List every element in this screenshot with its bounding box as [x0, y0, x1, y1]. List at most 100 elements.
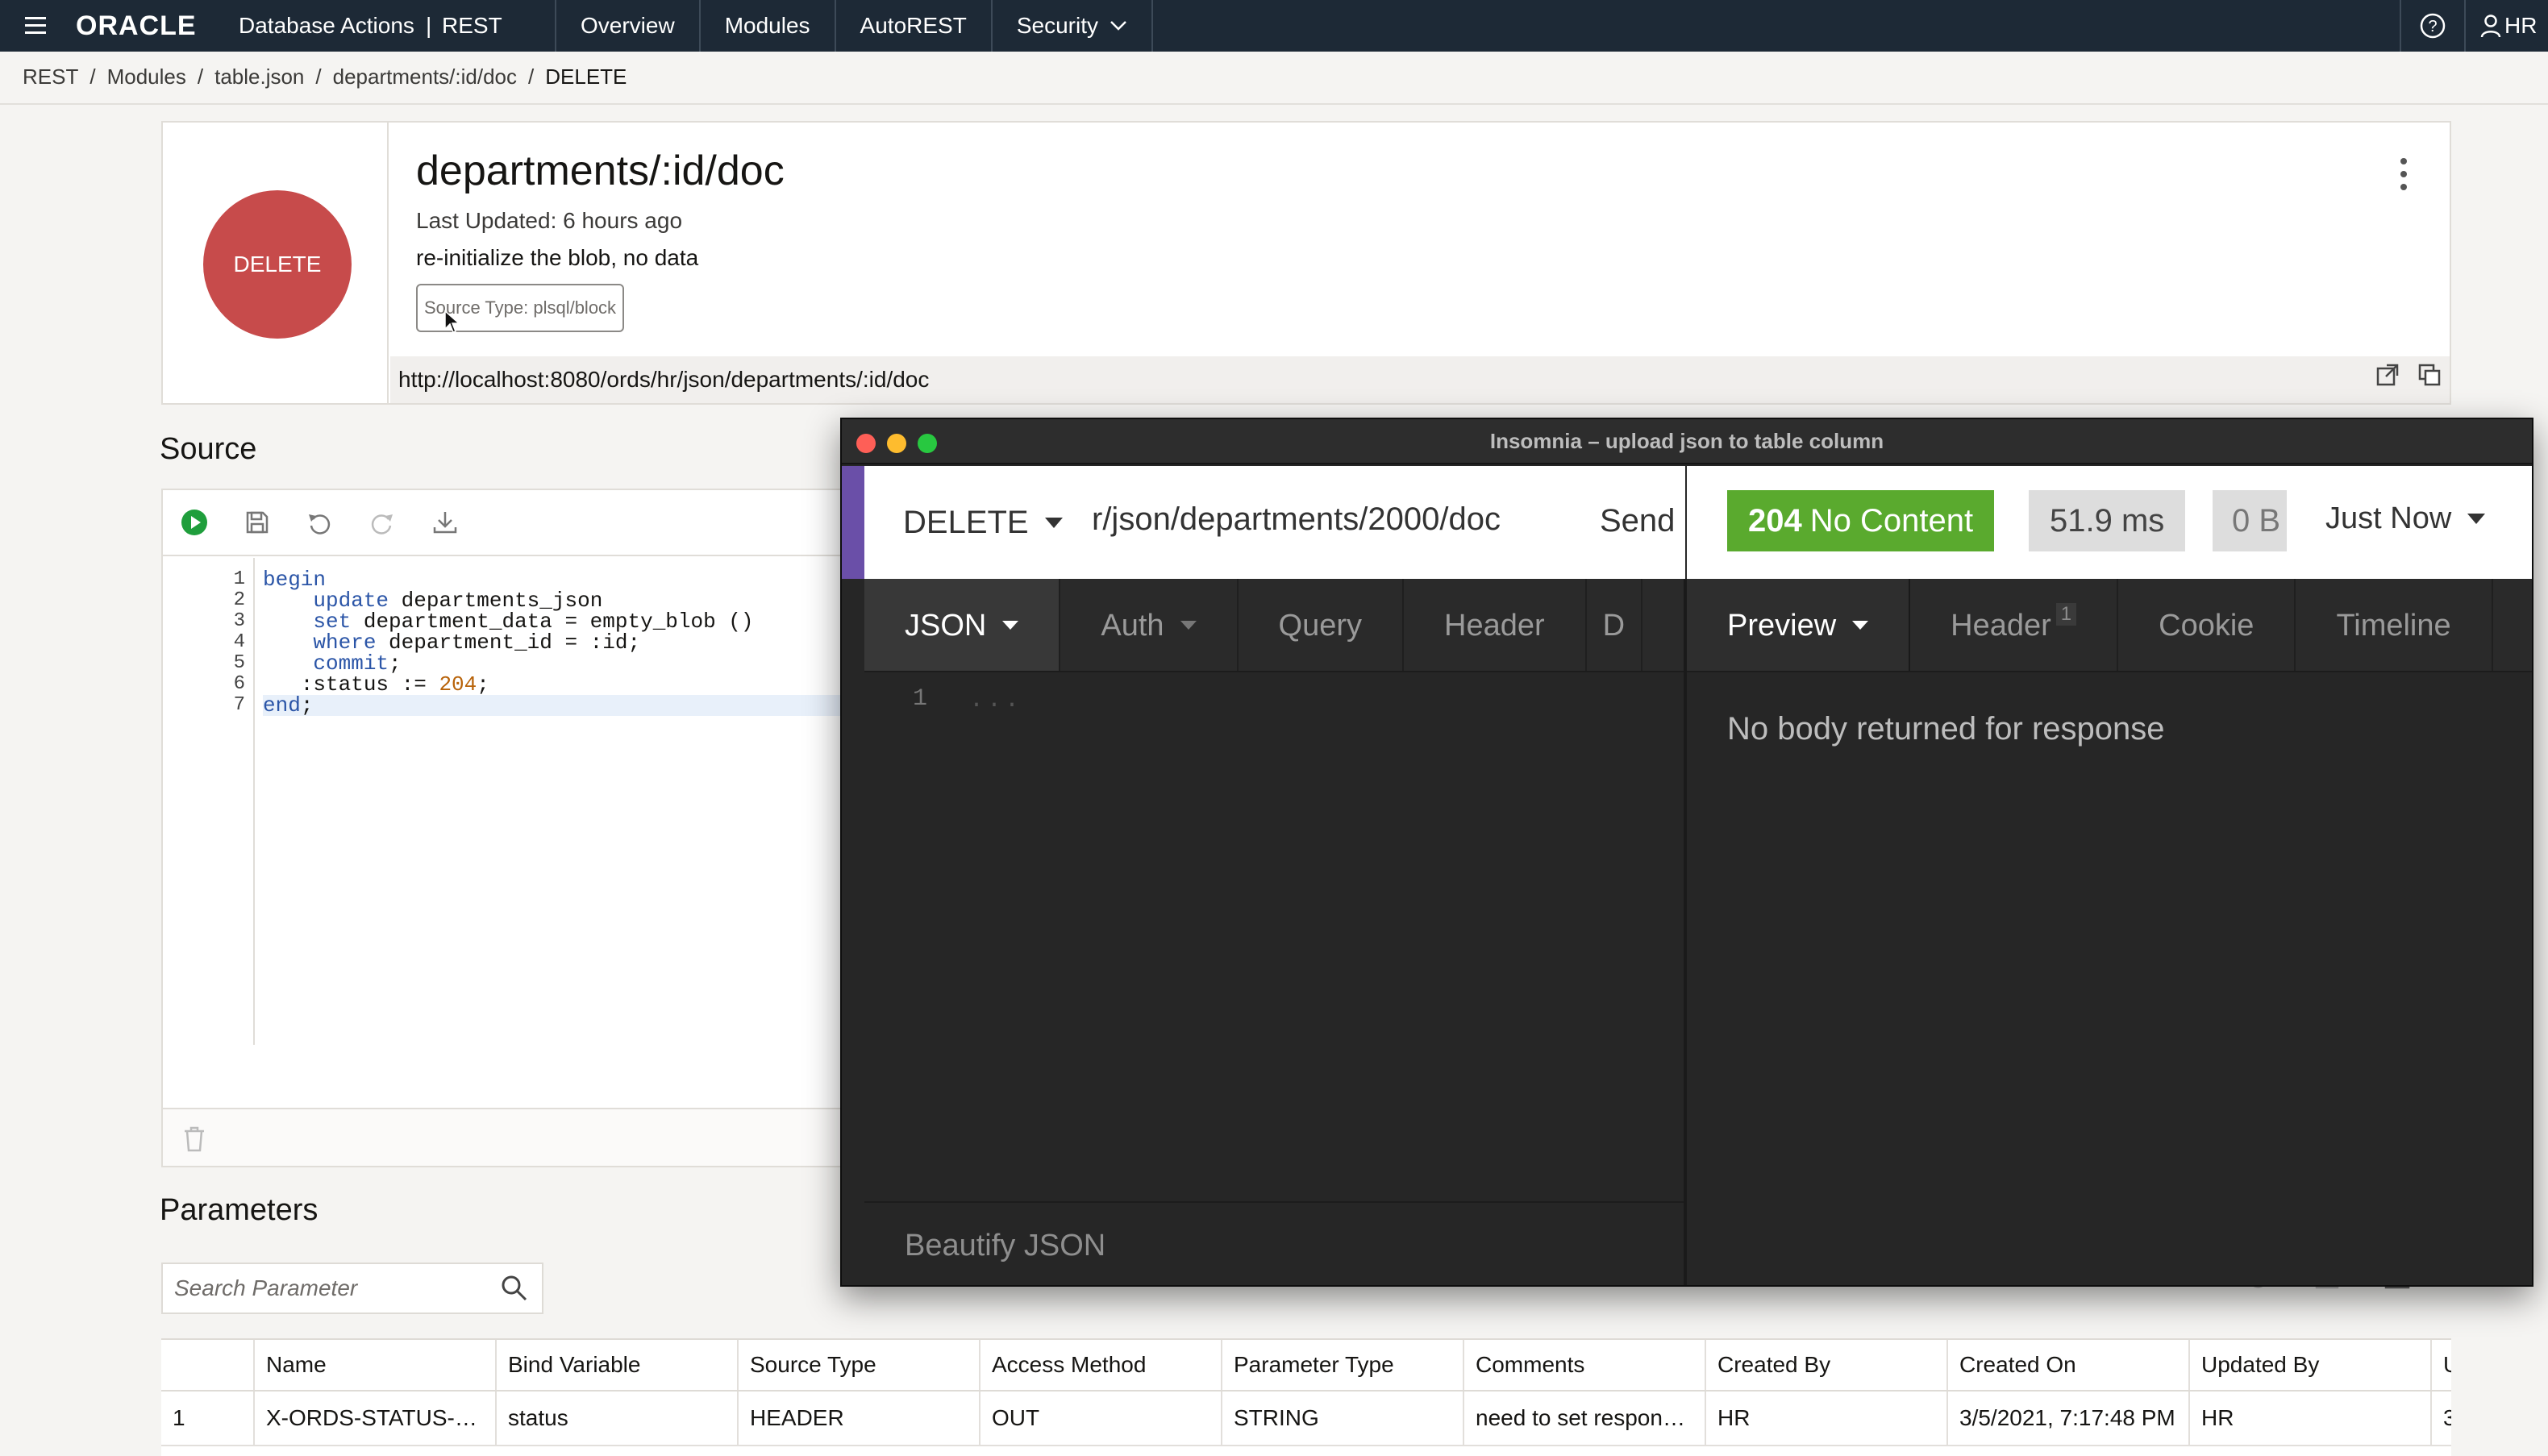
top-navigation-bar: ORACLE Database Actions | REST Overview … [0, 0, 2548, 52]
column-header-source-type[interactable]: Source Type [739, 1340, 980, 1390]
minimize-window-icon[interactable] [887, 434, 906, 453]
cell-truncated: 3 [2443, 1405, 2451, 1430]
tab-auth-label: Auth [1101, 608, 1164, 643]
request-tabs: JSON Auth Query Header D [864, 579, 1684, 672]
cell-updated-by: HR [2190, 1392, 2432, 1445]
breadcrumb-module[interactable]: table.json [214, 64, 304, 89]
request-url-input[interactable]: r/json/departments/2000/doc [1092, 501, 1501, 538]
nav-security-label: Security [1016, 13, 1098, 38]
code-line-3: set department_data = empty_blob () [313, 609, 754, 634]
tab-json[interactable]: JSON [864, 579, 1061, 671]
close-window-icon[interactable] [856, 434, 876, 453]
beautify-json-button[interactable]: Beautify JSON [864, 1201, 1684, 1285]
nav-autorest[interactable]: AutoREST [834, 0, 991, 52]
cell-source-type: HEADER [739, 1392, 980, 1445]
download-icon[interactable] [432, 510, 458, 535]
breadcrumb-modules[interactable]: Modules [107, 64, 186, 89]
help-icon[interactable]: ? [2400, 0, 2464, 52]
caret-down-icon [1852, 621, 1869, 630]
column-header-access-method[interactable]: Access Method [980, 1340, 1222, 1390]
source-footer [163, 1108, 853, 1166]
breadcrumb-separator: / [315, 64, 322, 89]
user-name: HR [2504, 13, 2538, 38]
app-section: REST [442, 13, 502, 38]
tab-cookie[interactable]: Cookie [2118, 579, 2296, 671]
status-text: No Content [1809, 502, 1974, 539]
code-line-1: begin [263, 568, 327, 592]
request-pane: JSON Auth Query Header D 1 ... Beautify … [864, 579, 1684, 1285]
nav-overview[interactable]: Overview [555, 0, 699, 52]
column-header-created-on[interactable]: Created On [1948, 1340, 2190, 1390]
run-icon[interactable] [181, 509, 208, 536]
send-button[interactable]: Send [1600, 503, 1675, 539]
method-dropdown[interactable]: DELETE [903, 505, 1063, 541]
open-external-icon[interactable] [2375, 363, 2400, 387]
last-updated: Last Updated: 6 hours ago [416, 208, 683, 233]
source-toolbar [163, 490, 853, 556]
breadcrumb-separator: / [90, 64, 96, 89]
tab-preview-label: Preview [1727, 608, 1837, 643]
column-header-index [161, 1340, 255, 1390]
handler-card: DELETE departments/:id/doc Last Updated:… [161, 121, 2451, 405]
line-number: 2 [233, 589, 245, 611]
tab-header[interactable]: Header [1404, 579, 1587, 671]
header-count-badge: 1 [2055, 603, 2077, 626]
column-header-parameter-type[interactable]: Parameter Type [1222, 1340, 1464, 1390]
column-header-comments[interactable]: Comments [1464, 1340, 1706, 1390]
line-number: 5 [233, 652, 245, 674]
tab-response-header[interactable]: Header 1 [1910, 579, 2119, 671]
svg-text:?: ? [2428, 18, 2437, 35]
hamburger-menu-icon[interactable] [16, 0, 55, 52]
tab-docs[interactable]: D [1587, 579, 1643, 671]
tab-preview[interactable]: Preview [1687, 579, 1911, 671]
trash-icon[interactable] [182, 1125, 206, 1153]
response-tabs: Preview Header 1 Cookie Timeline [1687, 579, 2532, 672]
url-actions [2375, 363, 2442, 387]
window-titlebar[interactable]: Insomnia – upload json to table column [842, 419, 2532, 464]
column-header-name[interactable]: Name [255, 1340, 497, 1390]
tab-auth[interactable]: Auth [1060, 579, 1239, 671]
breadcrumb-rest[interactable]: REST [23, 64, 78, 89]
code-line-7: end; [263, 695, 853, 716]
handler-description: re-initialize the blob, no data [416, 245, 699, 270]
table-row[interactable]: 1 X-ORDS-STATUS-… status HEADER OUT STRI… [161, 1392, 2451, 1446]
column-header-updated-by[interactable]: Updated By [2190, 1340, 2432, 1390]
table-header-row: Name Bind Variable Source Type Access Me… [161, 1340, 2451, 1392]
column-header-truncated[interactable]: U [2432, 1340, 2451, 1390]
redo-icon[interactable] [369, 510, 395, 535]
cell-created-on: 3/5/2021, 7:17:48 PM [1948, 1392, 2190, 1445]
mouse-cursor-icon [444, 310, 460, 333]
undo-icon[interactable] [306, 510, 332, 535]
maximize-window-icon[interactable] [918, 434, 937, 453]
search-icon[interactable] [500, 1274, 529, 1303]
tab-timeline[interactable]: Timeline [2296, 579, 2493, 671]
column-header-created-by[interactable]: Created By [1706, 1340, 1948, 1390]
column-header-bind-variable[interactable]: Bind Variable [497, 1340, 739, 1390]
more-options-icon[interactable] [2392, 155, 2416, 195]
tab-query[interactable]: Query [1239, 579, 1405, 671]
cell-created-by: HR [1706, 1392, 1948, 1445]
editor-line-number: 1 [913, 685, 928, 713]
code-line-4: where department_id = :id; [313, 630, 641, 655]
tab-response-header-label: Header [1951, 608, 2051, 643]
parameters-table: Name Bind Variable Source Type Access Me… [161, 1338, 2451, 1456]
nav-modules[interactable]: Modules [698, 0, 835, 52]
user-menu[interactable]: HR [2464, 0, 2548, 52]
main-nav: Overview Modules AutoREST Security [555, 0, 1153, 52]
line-number: 1 [233, 568, 245, 590]
source-code[interactable]: begin update departments_json set depart… [260, 558, 853, 1045]
breadcrumb-template[interactable]: departments/:id/doc [333, 64, 517, 89]
search-parameter-input[interactable]: Search Parameter [161, 1263, 543, 1314]
editor-placeholder[interactable]: ... [969, 687, 1022, 714]
parameters-heading: Parameters [160, 1193, 318, 1227]
breadcrumb-separator: / [528, 64, 535, 89]
oracle-logo[interactable]: ORACLE [76, 3, 197, 48]
code-line-5: commit; [313, 651, 402, 676]
nav-security[interactable]: Security [990, 0, 1153, 52]
breadcrumb-separator: / [197, 64, 204, 89]
save-icon[interactable] [245, 510, 269, 535]
history-dropdown[interactable]: Just Now [2325, 501, 2486, 536]
code-line-6: :status := 204; [263, 672, 489, 697]
cell-bind-variable: status [497, 1392, 739, 1445]
copy-icon[interactable] [2417, 363, 2442, 387]
